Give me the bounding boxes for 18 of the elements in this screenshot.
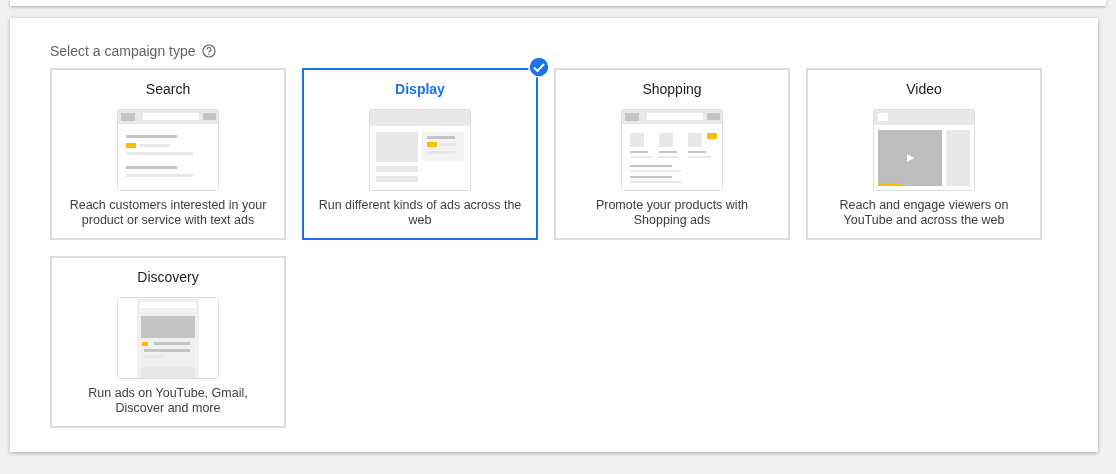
- campaign-type-card[interactable]: Discovery Run ads on YouTube, Gmail, Discover and more: [50, 256, 286, 428]
- card-title: Display: [395, 81, 445, 97]
- card-title: Search: [145, 81, 191, 97]
- card-description: Promote your products with Shopping ads: [594, 198, 750, 228]
- card-description: Reach and engage viewers on YouTube and across the web: [838, 198, 1010, 228]
- card-title: Video: [906, 81, 942, 97]
- card-description: Run ads on YouTube, Gmail, Discover and more: [87, 386, 249, 416]
- section-heading: Select a campaign type: [50, 43, 196, 59]
- campaign-type-card[interactable]: Shopping Promote your products with Shopping ads: [554, 68, 790, 240]
- campaign-type-card[interactable]: Display Run different kinds of ads across the web: [302, 68, 538, 240]
- card-description: Reach customers interested in your product or service with text ads: [68, 198, 268, 228]
- check-icon: [528, 56, 550, 78]
- card-title: Discovery: [137, 269, 199, 285]
- help-icon[interactable]: [201, 44, 216, 58]
- card-title: Shopping: [642, 81, 702, 97]
- card-description: Run different kinds of ads across the web: [318, 198, 522, 228]
- campaign-type-card[interactable]: Search Reach customers interested in your product or service with text ads: [50, 68, 286, 240]
- campaign-type-card[interactable]: Video Reach and engage viewers on YouTube and across the web: [806, 68, 1042, 240]
